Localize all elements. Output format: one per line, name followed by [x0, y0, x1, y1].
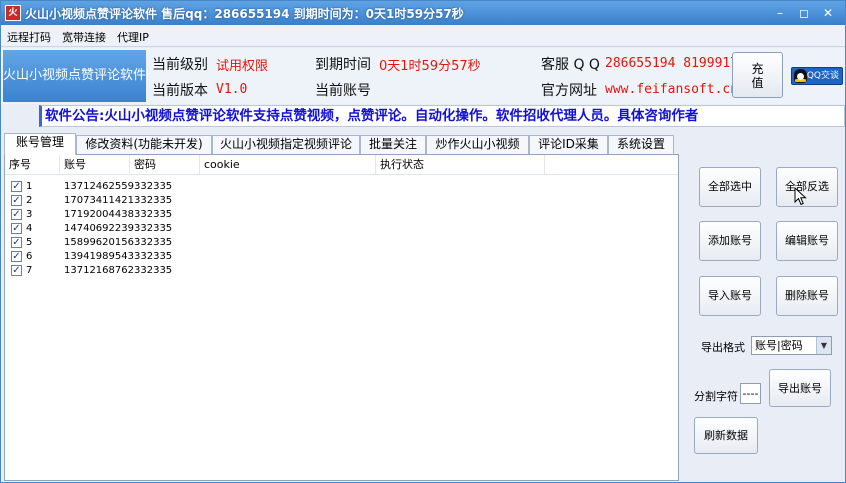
table-row[interactable]: ✓ 1 13712462559 332335 — [5, 180, 545, 194]
recharge-label-1: 充 — [751, 62, 764, 76]
export-format-label: 导出格式 — [701, 341, 745, 354]
export-format-select[interactable]: 账号|密码 ▼ — [751, 336, 832, 355]
add-account-button[interactable]: 添加账号 — [699, 221, 761, 261]
row-account: 17073411421 — [64, 195, 134, 206]
row-seq: 4 — [26, 223, 33, 234]
recharge-label-2: 值 — [751, 76, 764, 90]
row-seq: 7 — [26, 265, 33, 276]
separator-label: 分割字符 — [694, 390, 738, 403]
tab-comment-id-collect[interactable]: 评论ID采集 — [529, 135, 608, 154]
separator-input[interactable]: ---- — [740, 383, 761, 404]
tab-strip: 账号管理 修改资料(功能未开发) 火山小视频指定视频评论 批量关注 炒作火山小视… — [1, 133, 845, 155]
account-label: 当前账号 — [315, 83, 371, 99]
row-password: 332335 — [134, 181, 173, 192]
service-qq-value: 286655194 8199917 — [605, 56, 739, 71]
column-cookie[interactable]: cookie — [200, 155, 376, 175]
table-row[interactable]: ✓ 5 15899620156 332335 — [5, 236, 545, 250]
tab-edit-profile[interactable]: 修改资料(功能未开发) — [76, 135, 212, 154]
row-checkbox[interactable]: ✓ — [11, 237, 22, 248]
brand-banner: 火山小视频点赞评论软件 — [3, 50, 146, 102]
row-password: 332335 — [134, 251, 173, 262]
row-account: 17192004438 — [64, 209, 134, 220]
row-password: 332335 — [134, 237, 173, 248]
row-seq: 2 — [26, 195, 33, 206]
column-seq[interactable]: 序号 — [5, 155, 60, 175]
table-row[interactable]: ✓ 6 13941989543 332335 — [5, 250, 545, 264]
row-account: 14740692239 — [64, 223, 134, 234]
app-logo-icon: 火 — [5, 5, 21, 21]
delete-account-button[interactable]: 删除账号 — [776, 276, 838, 316]
menu-proxy-ip[interactable]: 代理IP — [117, 29, 149, 45]
row-checkbox[interactable]: ✓ — [11, 181, 22, 192]
qq-penguin-icon — [794, 69, 807, 83]
menu-remote-captcha[interactable]: 远程打码 — [7, 29, 51, 45]
row-seq: 6 — [26, 251, 33, 262]
edit-account-button[interactable]: 编辑账号 — [776, 221, 838, 261]
level-value: 试用权限 — [216, 59, 269, 74]
column-password[interactable]: 密码 — [130, 155, 200, 175]
mouse-cursor-icon — [794, 187, 807, 206]
info-header: 火山小视频点赞评论软件 当前级别 试用权限 当前版本 V1.0 到期时间 0天1… — [1, 48, 845, 104]
row-password: 332335 — [134, 195, 173, 206]
qq-chat-button[interactable]: QQ交谈 — [791, 67, 843, 85]
row-seq: 3 — [26, 209, 33, 220]
close-icon[interactable]: ✕ — [819, 4, 837, 22]
row-account: 15899620156 — [64, 237, 134, 248]
export-account-button[interactable]: 导出账号 — [769, 369, 831, 407]
tab-account-management[interactable]: 账号管理 — [4, 133, 76, 155]
website-label: 官方网址 — [541, 83, 597, 99]
row-account: 13712462559 — [64, 181, 134, 192]
tab-promote-video[interactable]: 炒作火山小视频 — [426, 135, 529, 154]
row-seq: 1 — [26, 181, 33, 192]
row-password: 332335 — [134, 209, 173, 220]
tab-specified-video-comment[interactable]: 火山小视频指定视频评论 — [212, 135, 360, 154]
website-link[interactable]: www.feifansoft.cn — [605, 82, 738, 97]
row-seq: 5 — [26, 237, 33, 248]
export-format-value: 账号|密码 — [755, 339, 803, 352]
table-row[interactable]: ✓ 2 17073411421 332335 — [5, 194, 545, 208]
row-checkbox[interactable]: ✓ — [11, 223, 22, 234]
table-row[interactable]: ✓ 7 13712168762 332335 — [5, 264, 545, 278]
select-all-button[interactable]: 全部选中 — [699, 167, 761, 207]
minimize-icon[interactable]: – — [771, 4, 789, 22]
row-account: 13712168762 — [64, 265, 134, 276]
window-title: 火山小视频点赞评论软件 售后qq：286655194 到期时间为：0天1时59分… — [25, 7, 464, 21]
version-value: V1.0 — [216, 82, 248, 97]
chevron-down-icon[interactable]: ▼ — [816, 337, 831, 354]
account-table: 序号 账号 密码 cookie 执行状态 ✓ 1 13712462559 332… — [4, 154, 679, 481]
row-checkbox[interactable]: ✓ — [11, 251, 22, 262]
service-qq-label: 客服 Q Q — [541, 57, 600, 73]
row-account: 13941989543 — [64, 251, 134, 262]
app-window: 火 火山小视频点赞评论软件 售后qq：286655194 到期时间为：0天1时5… — [0, 0, 846, 483]
table-row[interactable]: ✓ 4 14740692239 332335 — [5, 222, 545, 236]
recharge-button[interactable]: 充 值 — [732, 52, 783, 98]
refresh-data-button[interactable]: 刷新数据 — [694, 417, 758, 454]
version-label: 当前版本 — [152, 83, 208, 99]
expire-label: 到期时间 — [315, 57, 371, 73]
import-account-button[interactable]: 导入账号 — [699, 276, 761, 316]
level-label: 当前级别 — [152, 57, 208, 73]
row-password: 332335 — [134, 265, 173, 276]
menu-bar: 远程打码 宽带连接 代理IP — [1, 25, 845, 47]
table-header: 序号 账号 密码 cookie 执行状态 — [5, 155, 678, 175]
table-row[interactable]: ✓ 3 17192004438 332335 — [5, 208, 545, 222]
qq-chat-label: QQ交谈 — [806, 71, 839, 81]
column-status[interactable]: 执行状态 — [376, 155, 545, 175]
title-bar[interactable]: 火 火山小视频点赞评论软件 售后qq：286655194 到期时间为：0天1时5… — [1, 1, 845, 25]
row-password: 332335 — [134, 223, 173, 234]
tab-system-settings[interactable]: 系统设置 — [608, 135, 674, 154]
expire-value: 0天1时59分57秒 — [379, 59, 481, 74]
tab-batch-follow[interactable]: 批量关注 — [360, 135, 426, 154]
column-account[interactable]: 账号 — [60, 155, 130, 175]
row-checkbox[interactable]: ✓ — [11, 265, 22, 276]
maximize-icon[interactable]: ◻ — [795, 4, 813, 22]
row-checkbox[interactable]: ✓ — [11, 209, 22, 220]
announcement-bar: 软件公告:火山小视频点赞评论软件支持点赞视频，点赞评论。自动化操作。软件招收代理… — [39, 105, 845, 127]
row-checkbox[interactable]: ✓ — [11, 195, 22, 206]
menu-broadband[interactable]: 宽带连接 — [62, 29, 106, 45]
